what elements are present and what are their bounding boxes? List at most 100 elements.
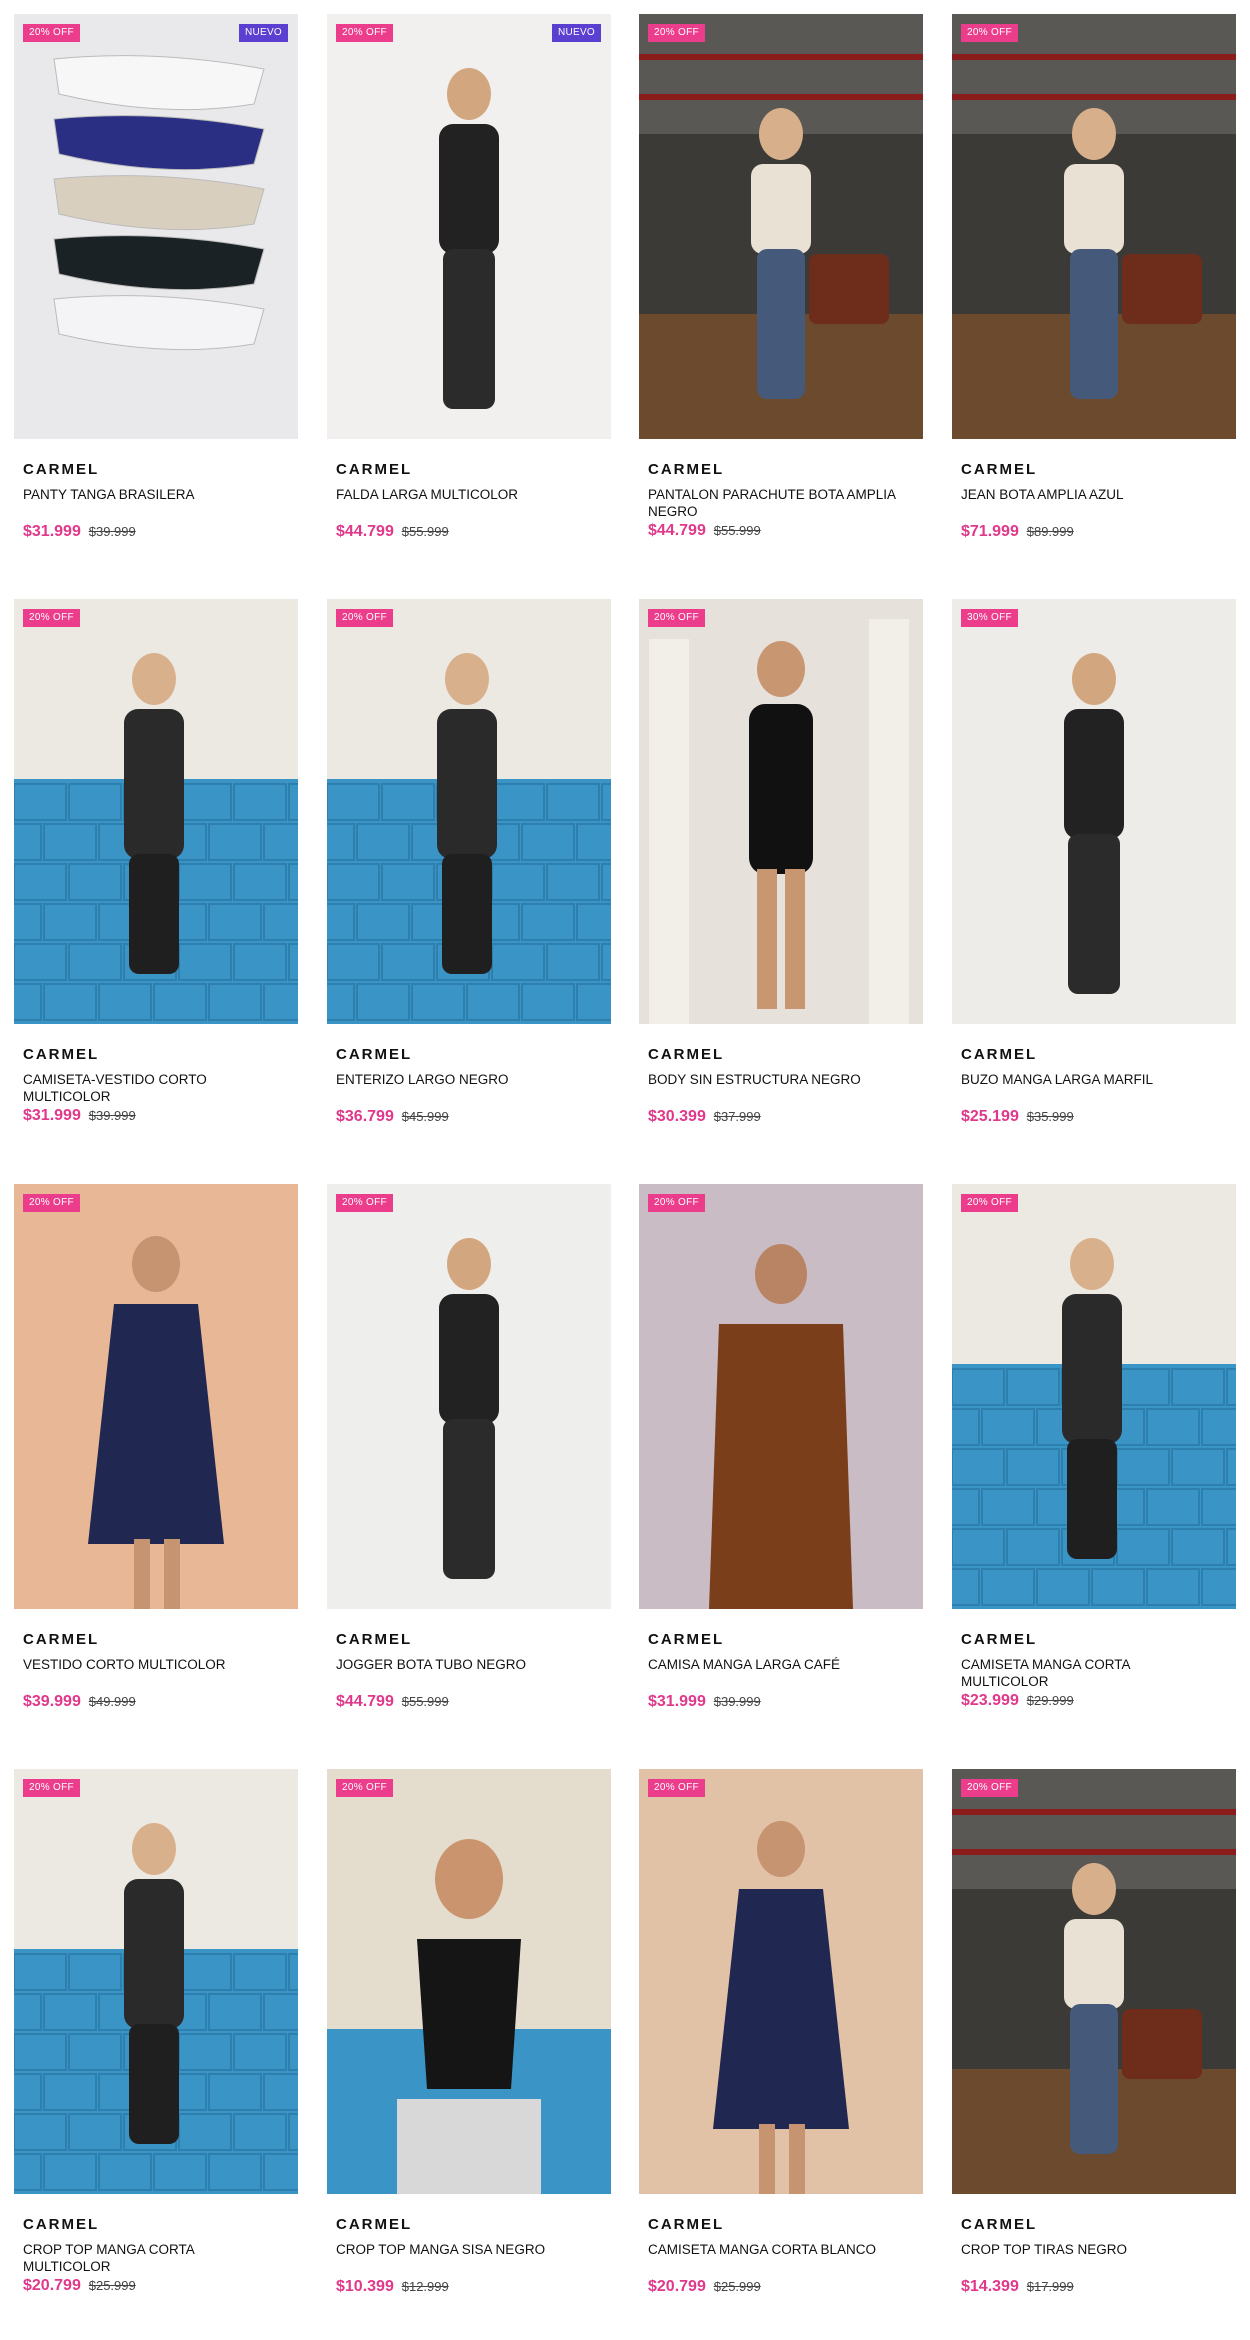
product-image[interactable]: 20% OFF: [952, 1769, 1236, 2194]
product-prices: $44.799 $55.999: [336, 523, 449, 541]
discount-badge: 20% OFF: [23, 1194, 80, 1212]
product-image[interactable]: 20% OFF: [14, 1184, 298, 1609]
original-price: $55.999: [713, 523, 761, 538]
discount-badge: 20% OFF: [961, 24, 1018, 42]
product-name[interactable]: CROP TOP MANGA SISA NEGRO: [336, 2241, 596, 2258]
original-price: $39.999: [713, 1694, 761, 1709]
sale-price: $71.999: [961, 523, 1019, 540]
product-grid: 20% OFF NUEVO CARMEL PANTY TANGA BRASILE…: [0, 0, 1250, 2340]
sale-price: $44.799: [648, 522, 706, 539]
product-image[interactable]: 20% OFF: [327, 1769, 611, 2194]
product-card[interactable]: 20% OFF CARMEL JOGGER BOTA TUBO NEGRO $4…: [327, 1184, 611, 1744]
original-price: $29.999: [1026, 1693, 1074, 1708]
product-name[interactable]: VESTIDO CORTO MULTICOLOR: [23, 1656, 283, 1673]
sale-price: $20.799: [23, 2277, 81, 2294]
sale-price: $39.999: [23, 1693, 81, 1710]
sale-price: $30.399: [648, 1108, 706, 1125]
product-prices: $44.799 $55.999: [336, 1693, 449, 1711]
product-prices: $31.999 $39.999: [23, 523, 136, 541]
product-card[interactable]: 20% OFF CARMEL CAMISA MANGA LARGA CAFÉ $…: [639, 1184, 923, 1744]
product-prices: $31.999 $39.999: [648, 1693, 761, 1711]
product-name[interactable]: PANTY TANGA BRASILERA: [23, 486, 283, 503]
product-image[interactable]: 20% OFF NUEVO: [327, 14, 611, 439]
product-image[interactable]: 20% OFF: [639, 599, 923, 1024]
product-card[interactable]: 20% OFF CARMEL CROP TOP TIRAS NEGRO $14.…: [952, 1769, 1236, 2329]
original-price: $12.999: [401, 2279, 449, 2294]
product-image[interactable]: 20% OFF: [639, 1184, 923, 1609]
sale-price: $20.799: [648, 2278, 706, 2295]
discount-badge: 20% OFF: [648, 609, 705, 627]
product-image[interactable]: 20% OFF: [639, 14, 923, 439]
product-image[interactable]: 20% OFF: [639, 1769, 923, 2194]
product-brand: CARMEL: [23, 2216, 100, 2233]
product-name[interactable]: CAMISETA MANGA CORTA MULTICOLOR: [961, 1656, 1221, 1690]
product-brand: CARMEL: [336, 1046, 413, 1063]
product-name[interactable]: FALDA LARGA MULTICOLOR: [336, 486, 596, 503]
product-name[interactable]: JEAN BOTA AMPLIA AZUL: [961, 486, 1221, 503]
product-image[interactable]: 20% OFF: [14, 599, 298, 1024]
product-card[interactable]: 20% OFF CARMEL CROP TOP MANGA SISA NEGRO…: [327, 1769, 611, 2329]
product-name[interactable]: BUZO MANGA LARGA MARFIL: [961, 1071, 1221, 1088]
product-card[interactable]: 20% OFF CARMEL JEAN BOTA AMPLIA AZUL $71…: [952, 14, 1236, 574]
product-name[interactable]: CAMISA MANGA LARGA CAFÉ: [648, 1656, 908, 1673]
sale-price: $44.799: [336, 1693, 394, 1710]
product-card[interactable]: 20% OFF NUEVO CARMEL PANTY TANGA BRASILE…: [14, 14, 298, 574]
product-prices: $39.999 $49.999: [23, 1693, 136, 1711]
discount-badge: 20% OFF: [23, 24, 80, 42]
product-brand: CARMEL: [336, 2216, 413, 2233]
product-image[interactable]: 20% OFF NUEVO: [14, 14, 298, 439]
product-name[interactable]: CAMISETA MANGA CORTA BLANCO: [648, 2241, 908, 2258]
discount-badge: 30% OFF: [961, 609, 1018, 627]
product-name[interactable]: JOGGER BOTA TUBO NEGRO: [336, 1656, 596, 1673]
sale-price: $31.999: [23, 1107, 81, 1124]
original-price: $39.999: [88, 1108, 136, 1123]
discount-badge: 20% OFF: [648, 24, 705, 42]
product-brand: CARMEL: [336, 461, 413, 478]
product-card[interactable]: 20% OFF CARMEL VESTIDO CORTO MULTICOLOR …: [14, 1184, 298, 1744]
product-brand: CARMEL: [336, 1631, 413, 1648]
product-brand: CARMEL: [961, 461, 1038, 478]
sale-price: $23.999: [961, 1692, 1019, 1709]
product-card[interactable]: 20% OFF CARMEL PANTALON PARACHUTE BOTA A…: [639, 14, 923, 574]
product-brand: CARMEL: [648, 461, 725, 478]
original-price: $37.999: [713, 1109, 761, 1124]
product-prices: $25.199 $35.999: [961, 1108, 1074, 1126]
product-image[interactable]: 30% OFF: [952, 599, 1236, 1024]
product-image[interactable]: 20% OFF: [952, 14, 1236, 439]
discount-badge: 20% OFF: [336, 609, 393, 627]
product-name[interactable]: PANTALON PARACHUTE BOTA AMPLIA NEGRO: [648, 486, 908, 520]
discount-badge: 20% OFF: [336, 24, 393, 42]
product-card[interactable]: 20% OFF CARMEL CAMISETA MANGA CORTA MULT…: [952, 1184, 1236, 1744]
discount-badge: 20% OFF: [336, 1194, 393, 1212]
product-name[interactable]: ENTERIZO LARGO NEGRO: [336, 1071, 596, 1088]
product-name[interactable]: CROP TOP MANGA CORTA MULTICOLOR: [23, 2241, 283, 2275]
product-prices: $71.999 $89.999: [961, 523, 1074, 541]
original-price: $89.999: [1026, 524, 1074, 539]
product-brand: CARMEL: [961, 1631, 1038, 1648]
product-card[interactable]: 30% OFF CARMEL BUZO MANGA LARGA MARFIL $…: [952, 599, 1236, 1159]
original-price: $25.999: [88, 2278, 136, 2293]
product-prices: $30.399 $37.999: [648, 1108, 761, 1126]
product-name[interactable]: CAMISETA-VESTIDO CORTO MULTICOLOR: [23, 1071, 283, 1105]
product-name[interactable]: CROP TOP TIRAS NEGRO: [961, 2241, 1221, 2258]
product-card[interactable]: 20% OFF CARMEL ENTERIZO LARGO NEGRO $36.…: [327, 599, 611, 1159]
sale-price: $25.199: [961, 1108, 1019, 1125]
sale-price: $10.399: [336, 2278, 394, 2295]
product-image[interactable]: 20% OFF: [14, 1769, 298, 2194]
sale-price: $36.799: [336, 1108, 394, 1125]
product-brand: CARMEL: [961, 1046, 1038, 1063]
product-card[interactable]: 20% OFF CARMEL CAMISETA MANGA CORTA BLAN…: [639, 1769, 923, 2329]
product-card[interactable]: 20% OFF CARMEL CROP TOP MANGA CORTA MULT…: [14, 1769, 298, 2329]
product-image[interactable]: 20% OFF: [327, 1184, 611, 1609]
product-name[interactable]: BODY SIN ESTRUCTURA NEGRO: [648, 1071, 908, 1088]
product-prices: $20.799 $25.999: [23, 2277, 136, 2295]
product-card[interactable]: 20% OFF NUEVO CARMEL FALDA LARGA MULTICO…: [327, 14, 611, 574]
product-card[interactable]: 20% OFF CARMEL BODY SIN ESTRUCTURA NEGRO…: [639, 599, 923, 1159]
original-price: $39.999: [88, 524, 136, 539]
product-image[interactable]: 20% OFF: [327, 599, 611, 1024]
product-card[interactable]: 20% OFF CARMEL CAMISETA-VESTIDO CORTO MU…: [14, 599, 298, 1159]
product-prices: $36.799 $45.999: [336, 1108, 449, 1126]
product-image[interactable]: 20% OFF: [952, 1184, 1236, 1609]
discount-badge: 20% OFF: [23, 609, 80, 627]
product-brand: CARMEL: [648, 1631, 725, 1648]
